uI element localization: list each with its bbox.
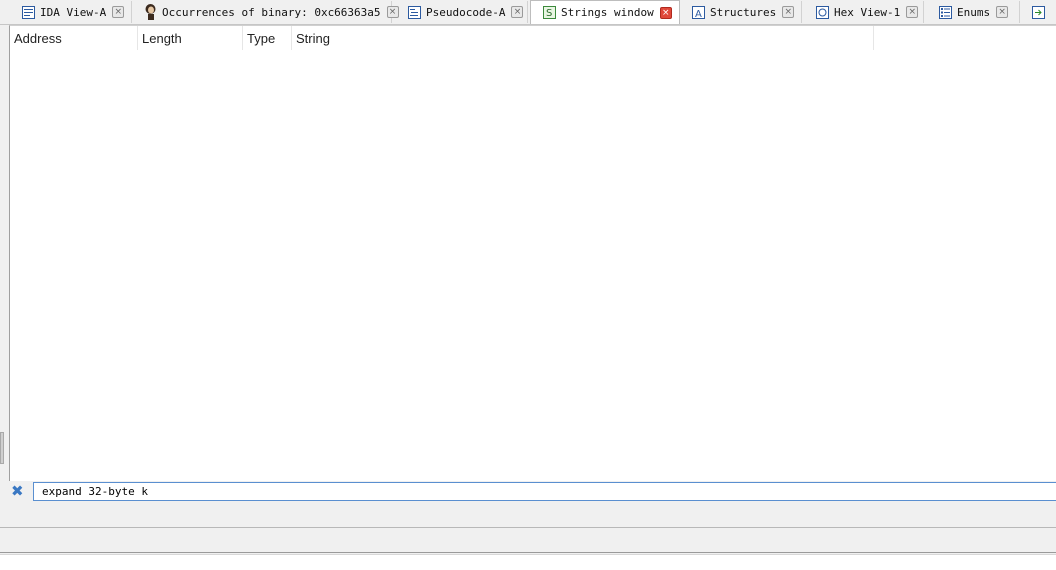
close-icon[interactable]: ×: [782, 6, 795, 18]
enums-icon: [939, 5, 952, 19]
column-header-string[interactable]: String: [292, 26, 874, 50]
column-header-type[interactable]: Type: [243, 26, 292, 50]
pseudocode-icon: [408, 5, 421, 19]
close-icon[interactable]: ×: [112, 6, 125, 18]
tab-hex-view-1[interactable]: Hex View-1 ×: [804, 1, 924, 23]
tab-label: Enums: [957, 5, 991, 19]
svg-text:A: A: [695, 9, 702, 19]
tab-label: Occurrences of binary: 0xc66363a5: [162, 5, 381, 19]
tab-occurrences[interactable]: Occurrences of binary: 0xc66363a5 ×: [134, 1, 399, 23]
close-icon[interactable]: ×: [996, 6, 1009, 18]
tab-ida-view-a[interactable]: IDA View-A ×: [12, 1, 132, 23]
tab-pseudocode-a[interactable]: Pseudocode-A ×: [396, 1, 528, 23]
tab-label: Strings window: [561, 6, 654, 19]
tab-label: IDA View-A: [40, 5, 107, 19]
clear-filter-icon[interactable]: ✖: [11, 484, 24, 499]
tab-label: Structures: [710, 5, 777, 19]
output-pane: [0, 555, 1056, 570]
tab-label: Pseudocode-A: [426, 5, 506, 19]
divider: [0, 527, 1056, 528]
column-header-length[interactable]: Length: [138, 26, 243, 50]
filter-input[interactable]: expand 32-byte k: [33, 482, 1056, 501]
column-header-address[interactable]: Address: [10, 26, 138, 50]
close-icon[interactable]: ×: [906, 6, 919, 18]
splitter-handle[interactable]: [0, 432, 4, 464]
strings-icon: S: [543, 6, 556, 19]
divider: [0, 552, 1056, 553]
tab-label: Hex View-1: [834, 5, 901, 19]
close-icon[interactable]: ×: [659, 6, 672, 19]
imports-icon: [1032, 5, 1045, 19]
search-person-icon: [145, 4, 156, 20]
strings-table: Address Length Type String: [9, 25, 1056, 482]
tab-bar: IDA View-A × Occurrences of binary: 0xc6…: [0, 0, 1056, 25]
filter-bar: ✖ expand 32-byte k: [0, 481, 1056, 503]
ida-view-icon: [22, 5, 35, 19]
tab-overflow[interactable]: [1022, 1, 1056, 23]
tab-strings-window[interactable]: S Strings window ×: [530, 0, 680, 24]
svg-text:S: S: [546, 8, 552, 19]
structures-icon: A: [692, 5, 705, 19]
close-icon[interactable]: ×: [511, 6, 524, 18]
tab-enums[interactable]: Enums ×: [926, 1, 1020, 23]
tab-structures[interactable]: A Structures ×: [682, 1, 802, 23]
hex-view-icon: [816, 5, 829, 19]
